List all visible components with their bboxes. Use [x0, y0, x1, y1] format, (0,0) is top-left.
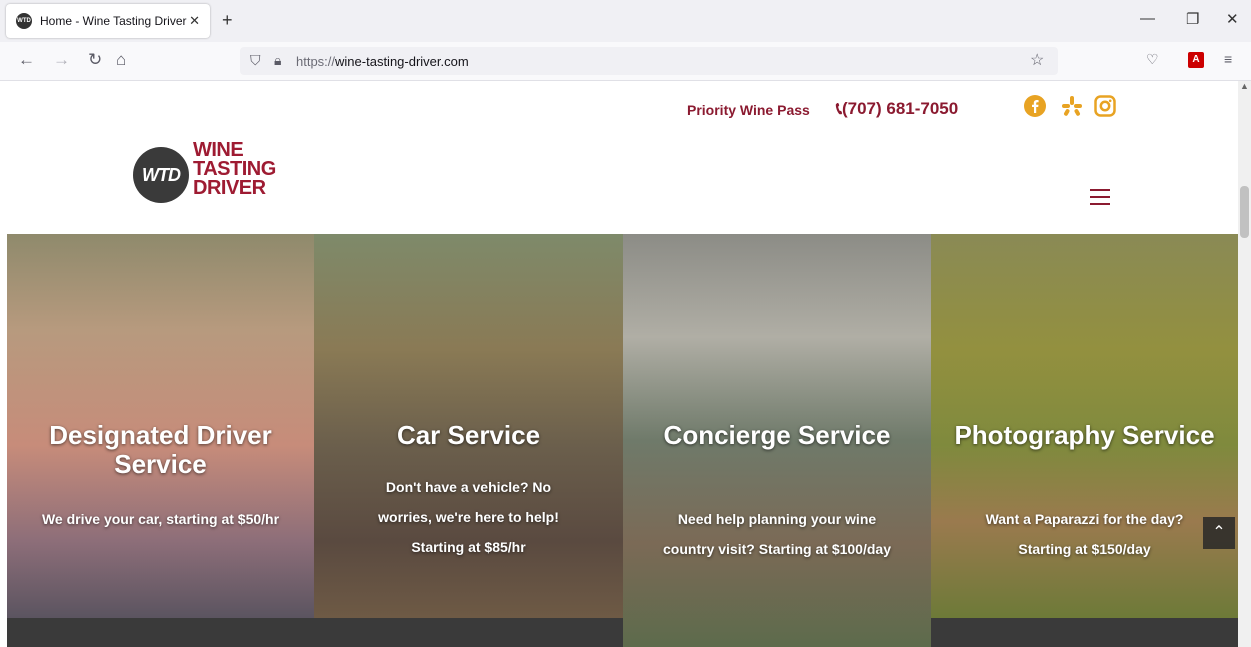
- new-tab-icon[interactable]: +: [222, 10, 233, 31]
- dark-footer-strip: [931, 618, 1238, 647]
- service-title: Car Service: [396, 420, 541, 450]
- service-card-concierge[interactable]: Concierge Service Need help planning you…: [623, 234, 931, 647]
- service-card-car-service[interactable]: Car Service Don't have a vehicle? No wor…: [314, 234, 623, 618]
- minimize-icon[interactable]: —: [1140, 10, 1155, 27]
- back-icon[interactable]: ←: [18, 50, 35, 70]
- shield-icon[interactable]: ⛉: [250, 52, 261, 69]
- service-title: Designated Driver Service: [49, 420, 272, 479]
- service-description: Need help planning your wine country vis…: [663, 511, 891, 557]
- tab-title: Home - Wine Tasting Driver: [40, 14, 187, 28]
- service-title: Photography Service: [954, 420, 1215, 450]
- home-icon[interactable]: ⌂: [116, 50, 126, 70]
- service-title: Concierge Service: [663, 420, 891, 450]
- scroll-up-icon[interactable]: ▲: [1240, 81, 1249, 91]
- forward-icon[interactable]: →: [53, 50, 70, 70]
- scroll-thumb[interactable]: [1240, 186, 1249, 238]
- phone-link[interactable]: 📞︎(707) 681-7050: [836, 99, 958, 119]
- service-card-designated-driver[interactable]: Designated Driver Service We drive your …: [7, 234, 314, 618]
- services-section: Designated Driver Service We drive your …: [7, 234, 1238, 647]
- window-close-icon[interactable]: ✕: [1226, 10, 1239, 28]
- service-card-photography[interactable]: Photography Service Want a Paparazzi for…: [931, 234, 1238, 618]
- browser-nav-bar: ← → ↻ ⌂ ⛉ 🔒︎ https://wine-tasting-driver…: [0, 42, 1251, 81]
- url-text[interactable]: https://wine-tasting-driver.com: [296, 54, 469, 69]
- browser-tab[interactable]: WTD Home - Wine Tasting Driver ✕: [6, 4, 210, 38]
- pdf-extension-icon[interactable]: A: [1188, 52, 1204, 68]
- restore-icon[interactable]: ❐: [1186, 10, 1199, 28]
- facebook-icon[interactable]: [1024, 95, 1046, 123]
- logo-wordmark: WINE TASTING DRIVER: [193, 139, 276, 199]
- yelp-icon[interactable]: [1061, 95, 1083, 123]
- reload-icon[interactable]: ↻: [88, 50, 102, 70]
- back-to-top-button[interactable]: ⌃: [1203, 517, 1235, 549]
- priority-wine-pass-link[interactable]: Priority Wine Pass: [687, 102, 810, 118]
- site-logo[interactable]: WTD WINE TASTING DRIVER: [133, 139, 293, 209]
- page-scrollbar[interactable]: ▲: [1238, 81, 1251, 647]
- dark-footer-strip: [7, 618, 623, 647]
- instagram-icon[interactable]: [1094, 95, 1116, 123]
- menu-icon[interactable]: ≡: [1224, 51, 1232, 67]
- page-content: Priority Wine Pass 📞︎(707) 681-7050 WTD …: [0, 81, 1238, 647]
- browser-tab-bar: WTD Home - Wine Tasting Driver ✕ + — ❐ ✕: [0, 0, 1251, 42]
- lock-icon[interactable]: 🔒︎: [274, 52, 281, 69]
- hamburger-menu-icon[interactable]: [1090, 189, 1110, 210]
- pocket-icon[interactable]: ♡: [1146, 51, 1159, 68]
- logo-mark: WTD: [133, 147, 189, 203]
- service-description: Don't have a vehicle? No worries, we're …: [378, 479, 559, 555]
- address-bar[interactable]: ⛉ 🔒︎ https://wine-tasting-driver.com ☆: [240, 47, 1058, 75]
- bookmark-star-icon[interactable]: ☆: [1030, 50, 1044, 70]
- tab-close-icon[interactable]: ✕: [189, 13, 200, 29]
- service-description: We drive your car, starting at $50/hr: [41, 511, 280, 527]
- service-description: Want a Paparazzi for the day? Starting a…: [985, 511, 1184, 557]
- site-favicon-icon: WTD: [16, 13, 32, 29]
